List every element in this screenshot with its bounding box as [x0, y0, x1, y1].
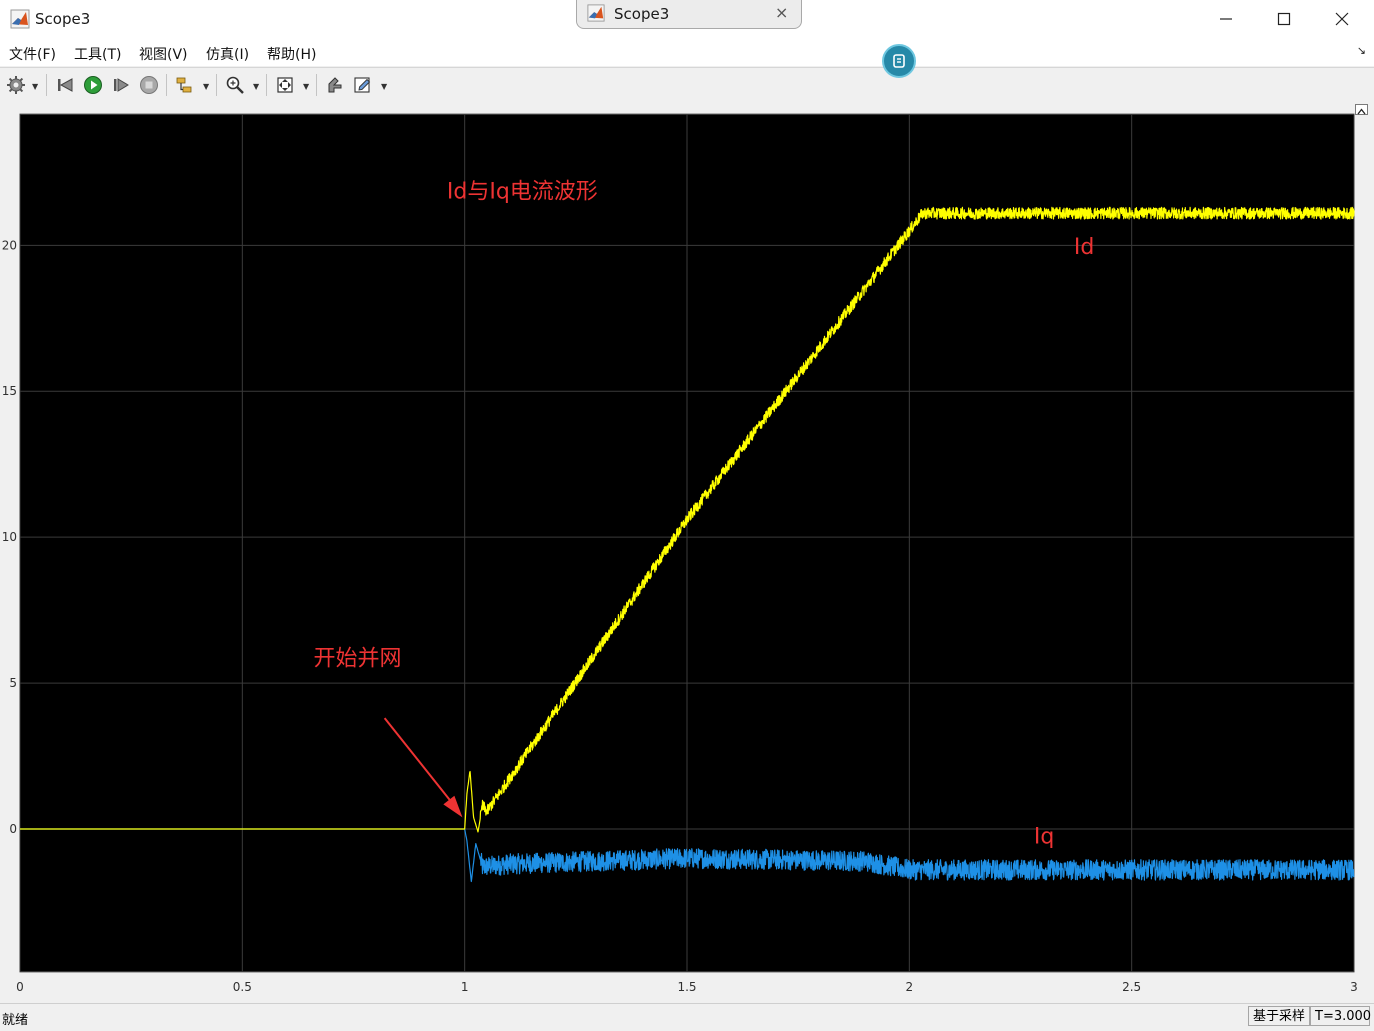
pan-icon	[328, 77, 342, 93]
help-badge[interactable]	[882, 44, 916, 78]
step-back-button[interactable]	[54, 74, 76, 96]
annotation-label: Iq	[1034, 825, 1054, 850]
fit-icon	[277, 77, 293, 93]
maximize-icon	[1277, 12, 1291, 26]
close-icon	[1335, 12, 1349, 26]
status-bar: 就绪 基于采样 T=3.000	[0, 1003, 1374, 1031]
settings-button[interactable]	[5, 74, 27, 96]
minimize-icon	[1220, 18, 1232, 20]
settings-icon	[7, 76, 25, 94]
menu-file[interactable]: 文件(F)	[9, 44, 56, 64]
x-tick-label: 3	[1350, 980, 1358, 994]
run-icon	[84, 76, 102, 94]
scope-plot[interactable]: 0 0.5 1 1.5 2 2.5 3 0 5 10 15 20 Id与Iq电流波形 Id 开始并网 Iq	[0, 102, 1374, 1002]
signal-dropdown-icon[interactable]: ▼	[203, 82, 209, 91]
edit-style-button[interactable]	[352, 74, 374, 96]
menu-bar: 文件(F) 工具(T) 视图(V) 仿真(I) 帮助(H)	[0, 38, 1374, 66]
title-bar: Scope3 Scope3 ×	[0, 0, 1374, 39]
toolbar-separator	[266, 74, 267, 96]
scope-display: 0 0.5 1 1.5 2 2.5 3 0 5 10 15 20 Id与Iq电流波形 Id 开始并网 Iq	[0, 102, 1374, 1002]
x-tick-label: 2	[906, 980, 914, 994]
menu-view[interactable]: 视图(V)	[139, 44, 188, 64]
tab-scope3[interactable]: Scope3 ×	[576, 0, 802, 29]
menu-simulation[interactable]: 仿真(I)	[206, 44, 249, 64]
fit-to-view-button[interactable]	[274, 74, 296, 96]
toolbar: ▼ ▼ ▼ ▼ ▼	[0, 67, 1374, 103]
menu-tools[interactable]: 工具(T)	[74, 44, 121, 64]
sample-mode-indicator: 基于采样	[1248, 1006, 1310, 1026]
stop-icon	[140, 76, 158, 94]
annotation-label: Id与Iq电流波形	[447, 180, 598, 205]
y-tick-label: 5	[9, 676, 17, 690]
annotation-label: Id	[1074, 235, 1094, 260]
close-button[interactable]	[1322, 6, 1362, 32]
x-tick-label: 2.5	[1122, 980, 1141, 994]
minimize-button[interactable]	[1206, 6, 1246, 32]
step-forward-button[interactable]	[110, 74, 132, 96]
matlab-logo-icon	[10, 9, 30, 29]
tab-label: Scope3	[614, 5, 670, 23]
y-tick-label: 15	[2, 384, 17, 398]
tab-close-icon[interactable]: ×	[775, 3, 788, 22]
annotation-label: 开始并网	[313, 647, 401, 672]
toolbar-separator	[316, 74, 317, 96]
maximize-button[interactable]	[1264, 6, 1304, 32]
step-forward-icon	[114, 78, 129, 92]
y-tick-label: 20	[2, 238, 17, 252]
y-tick-label: 10	[2, 530, 17, 544]
x-tick-label: 1.5	[677, 980, 696, 994]
x-tick-label: 0	[16, 980, 24, 994]
window-title: Scope3	[35, 10, 91, 28]
x-tick-label: 0.5	[233, 980, 252, 994]
zoom-button[interactable]	[224, 74, 246, 96]
expand-arrow-icon[interactable]: ↘	[1357, 44, 1366, 57]
toolbar-separator	[46, 74, 47, 96]
step-back-icon	[58, 78, 73, 92]
stop-button[interactable]	[138, 74, 160, 96]
y-tick-label: 0	[9, 822, 17, 836]
time-indicator: T=3.000	[1310, 1006, 1371, 1026]
zoom-icon	[226, 76, 244, 94]
edit-dropdown-icon[interactable]: ▼	[381, 82, 387, 91]
matlab-logo-icon	[587, 4, 605, 22]
expand-legend-button[interactable]	[1355, 104, 1368, 115]
status-ready-text: 就绪	[2, 1013, 29, 1028]
toolbar-separator	[216, 74, 217, 96]
settings-dropdown-icon[interactable]: ▼	[32, 82, 38, 91]
expand-icon	[1357, 108, 1366, 115]
x-tick-label: 1	[461, 980, 469, 994]
edit-icon	[354, 77, 371, 93]
menu-help[interactable]: 帮助(H)	[267, 44, 316, 64]
fit-dropdown-icon[interactable]: ▼	[303, 82, 309, 91]
signal-icon	[176, 77, 192, 93]
pan-button[interactable]	[324, 74, 346, 96]
document-icon	[893, 54, 905, 68]
run-button[interactable]	[82, 74, 104, 96]
signal-selector-button[interactable]	[174, 74, 196, 96]
toolbar-separator	[166, 74, 167, 96]
zoom-dropdown-icon[interactable]: ▼	[253, 82, 259, 91]
